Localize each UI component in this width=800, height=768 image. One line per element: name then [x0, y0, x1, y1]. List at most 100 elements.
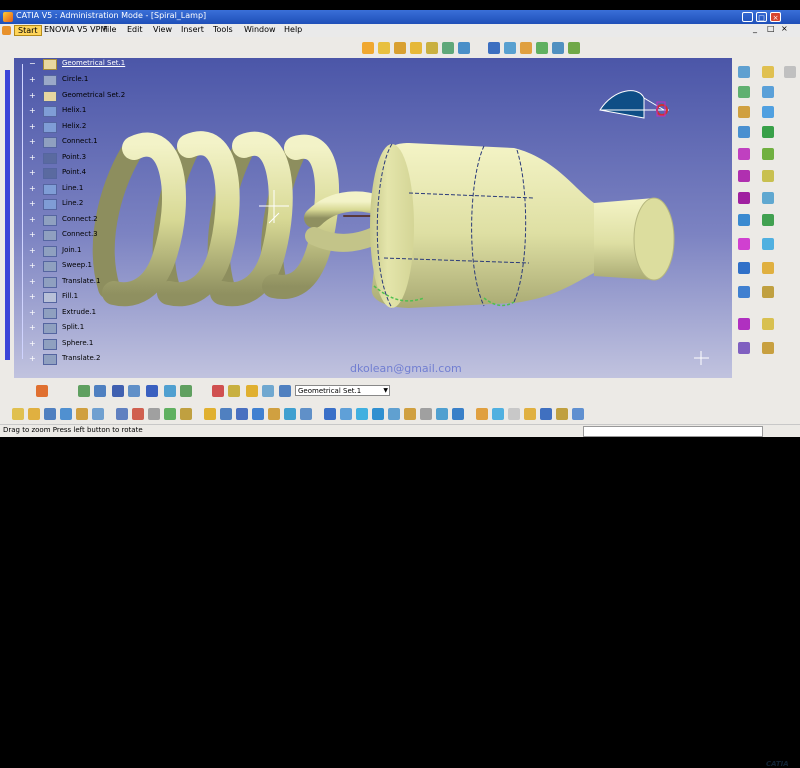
expand-icon[interactable]: +: [29, 153, 37, 162]
bt1-tool-5-icon[interactable]: [146, 385, 158, 397]
rt-tool-13-icon[interactable]: [762, 170, 774, 182]
menu-insert[interactable]: Insert: [181, 25, 204, 34]
spline-tool-icon[interactable]: [520, 42, 532, 54]
wireframe-tool-icon[interactable]: [378, 42, 390, 54]
expand-icon[interactable]: +: [29, 246, 37, 255]
rt-tool-25-icon[interactable]: [762, 318, 774, 330]
document-icon[interactable]: [2, 26, 11, 35]
expand-icon[interactable]: +: [29, 262, 37, 270]
rt-tool-26-icon[interactable]: [738, 342, 750, 354]
doc-restore-button[interactable]: □: [767, 24, 775, 33]
bt2-tool-16-icon[interactable]: [268, 408, 280, 420]
bt1-tool-2-icon[interactable]: [94, 385, 106, 397]
bt2-tool-18-icon[interactable]: [300, 408, 312, 420]
bt2-tool-15-icon[interactable]: [252, 408, 264, 420]
bt2-tool-23-icon[interactable]: [388, 408, 400, 420]
expand-icon[interactable]: +: [29, 91, 37, 100]
expand-icon[interactable]: +: [29, 122, 37, 131]
bt2-tool-26-icon[interactable]: [436, 408, 448, 420]
rt-tool-24-icon[interactable]: [738, 318, 750, 330]
expand-icon[interactable]: +: [29, 308, 37, 317]
bt2-tool-3-icon[interactable]: [44, 408, 56, 420]
rt-tool-17-icon[interactable]: [762, 214, 774, 226]
rt-tool-19-icon[interactable]: [762, 238, 774, 250]
menu-file[interactable]: File: [103, 25, 116, 34]
bt2-tool-11-icon[interactable]: [180, 408, 192, 420]
rt-tool-8-icon[interactable]: [738, 126, 750, 138]
expand-icon[interactable]: +: [29, 76, 37, 84]
rt-tool-16-icon[interactable]: [738, 214, 750, 226]
command-input[interactable]: [583, 426, 763, 437]
rt-tool-22-icon[interactable]: [738, 286, 750, 298]
extrude-tool-icon[interactable]: [568, 42, 580, 54]
menu-window[interactable]: Window: [244, 25, 276, 34]
bt2-tool-25-icon[interactable]: [420, 408, 432, 420]
menu-help[interactable]: Help: [284, 25, 302, 34]
expand-icon[interactable]: +: [29, 169, 37, 177]
bt2-tool-33-icon[interactable]: [556, 408, 568, 420]
expand-icon[interactable]: +: [29, 355, 37, 363]
rt-tool-2-icon[interactable]: [762, 66, 774, 78]
collapse-icon[interactable]: −: [29, 60, 37, 68]
bt2-tool-34-icon[interactable]: [572, 408, 584, 420]
rt-tool-6-icon[interactable]: [738, 106, 750, 118]
rt-tool-9-icon[interactable]: [762, 126, 774, 138]
start-menu[interactable]: Start: [14, 25, 42, 36]
spiral-tool-icon[interactable]: [552, 42, 564, 54]
compass-icon[interactable]: [599, 90, 669, 119]
bt2-tool-24-icon[interactable]: [404, 408, 416, 420]
bt1-tool-6-icon[interactable]: [164, 385, 176, 397]
rt-tool-10-icon[interactable]: [738, 148, 750, 160]
point-tool-icon[interactable]: [410, 42, 422, 54]
rt-tool-3-icon[interactable]: [784, 66, 796, 78]
catia-app-icon[interactable]: [3, 12, 13, 22]
rt-tool-18-icon[interactable]: [738, 238, 750, 250]
plane-tool-icon[interactable]: [442, 42, 454, 54]
3d-viewport[interactable]: [14, 58, 732, 378]
expand-icon[interactable]: +: [29, 231, 37, 239]
bt1-tool-4-icon[interactable]: [128, 385, 140, 397]
bt2-tool-13-icon[interactable]: [220, 408, 232, 420]
bt1-tool-1-icon[interactable]: [78, 385, 90, 397]
bt2-tool-32-icon[interactable]: [540, 408, 552, 420]
line-tool-icon[interactable]: [426, 42, 438, 54]
model-canvas[interactable]: [14, 58, 732, 378]
expand-icon[interactable]: +: [29, 107, 37, 115]
chevron-down-icon[interactable]: ▼: [383, 386, 388, 396]
bt2-tool-9-icon[interactable]: [148, 408, 160, 420]
doc-minimize-button[interactable]: _: [753, 24, 757, 33]
bt2-tool-19-icon[interactable]: [324, 408, 336, 420]
rt-tool-1-icon[interactable]: [738, 66, 750, 78]
expand-icon[interactable]: +: [29, 138, 37, 146]
geometrical-set-selector-icon[interactable]: [279, 385, 291, 397]
rt-tool-12-icon[interactable]: [738, 170, 750, 182]
bt2-tool-21-icon[interactable]: [356, 408, 368, 420]
menu-edit[interactable]: Edit: [127, 25, 143, 34]
expand-icon[interactable]: +: [29, 293, 37, 301]
rt-tool-11-icon[interactable]: [762, 148, 774, 160]
bt2-tool-28-icon[interactable]: [476, 408, 488, 420]
projection-tool-icon[interactable]: [458, 42, 470, 54]
doc-close-button[interactable]: ×: [781, 24, 788, 33]
bt1-tool-7-icon[interactable]: [180, 385, 192, 397]
rt-tool-20-icon[interactable]: [738, 262, 750, 274]
bt2-tool-14-icon[interactable]: [236, 408, 248, 420]
expand-icon[interactable]: +: [29, 324, 37, 332]
expand-icon[interactable]: +: [29, 277, 37, 286]
minimize-button[interactable]: _: [742, 12, 753, 22]
bt2-tool-29-icon[interactable]: [492, 408, 504, 420]
bt2-tool-31-icon[interactable]: [524, 408, 536, 420]
bt2-tool-4-icon[interactable]: [60, 408, 72, 420]
bt2-tool-30-icon[interactable]: [508, 408, 520, 420]
expand-icon[interactable]: +: [29, 215, 37, 224]
axis-tool-icon[interactable]: [488, 42, 500, 54]
menu-view[interactable]: View: [153, 25, 172, 34]
maximize-button[interactable]: □: [756, 12, 767, 22]
close-button[interactable]: ×: [770, 12, 781, 22]
geometrical-set-dropdown[interactable]: Geometrical Set.1 ▼: [295, 385, 390, 396]
bt1-tool-8-icon[interactable]: [212, 385, 224, 397]
rt-tool-15-icon[interactable]: [762, 192, 774, 204]
helix-tool-icon[interactable]: [536, 42, 548, 54]
expand-icon[interactable]: +: [29, 200, 37, 208]
circle-tool-icon[interactable]: [504, 42, 516, 54]
